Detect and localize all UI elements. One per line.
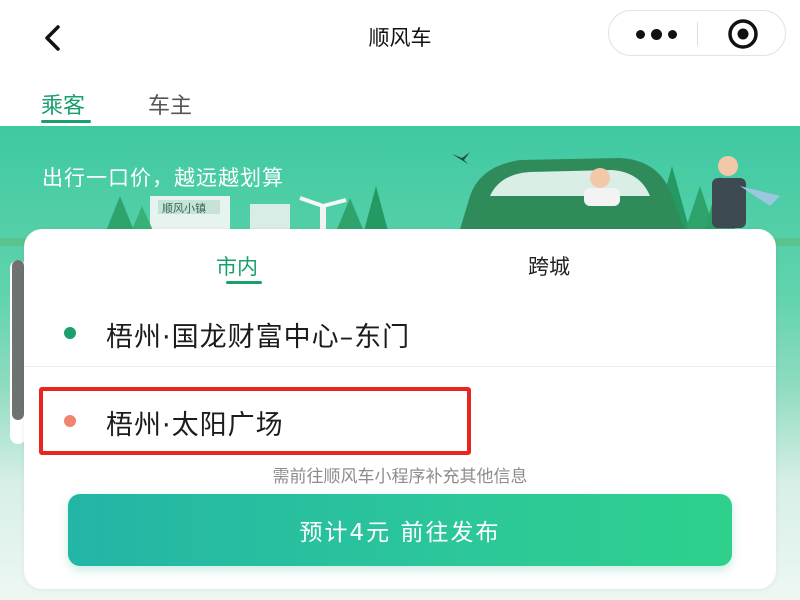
destination-highlight-box (39, 387, 471, 455)
active-tab-indicator (41, 120, 91, 123)
miniprogram-capsule (608, 10, 786, 56)
origin-field[interactable]: 梧州·国龙财富中心–东门 (24, 297, 776, 367)
role-tabs: 乘客 车主 (0, 76, 800, 126)
origin-address: 梧州·国龙财富中心–东门 (106, 322, 411, 353)
capsule-divider (697, 22, 698, 46)
tab-passenger[interactable]: 乘客 (41, 88, 85, 120)
publish-button-label: 预计4元 前往发布 (299, 520, 501, 546)
info-hint: 需前往顺风车小程序补充其他信息 (272, 467, 528, 487)
town-sign-text: 顺风小镇 (162, 201, 206, 215)
car-illustration: 顺风小镇 (0, 152, 800, 246)
navigation-bar: 顺风车 (0, 0, 800, 76)
close-miniprogram-button[interactable] (721, 19, 765, 49)
publish-button[interactable]: 预计4元 前往发布 (68, 494, 732, 566)
more-dots-icon[interactable] (631, 20, 681, 48)
tab-in-city[interactable]: 市内 (216, 251, 258, 281)
active-card-tab-indicator (226, 281, 262, 284)
origin-dot-icon (64, 327, 76, 339)
tab-cross-city[interactable]: 跨城 (528, 251, 570, 281)
target-circle-icon (728, 19, 758, 49)
tab-driver[interactable]: 车主 (148, 88, 192, 120)
scrollbar-thumb[interactable] (12, 260, 24, 420)
